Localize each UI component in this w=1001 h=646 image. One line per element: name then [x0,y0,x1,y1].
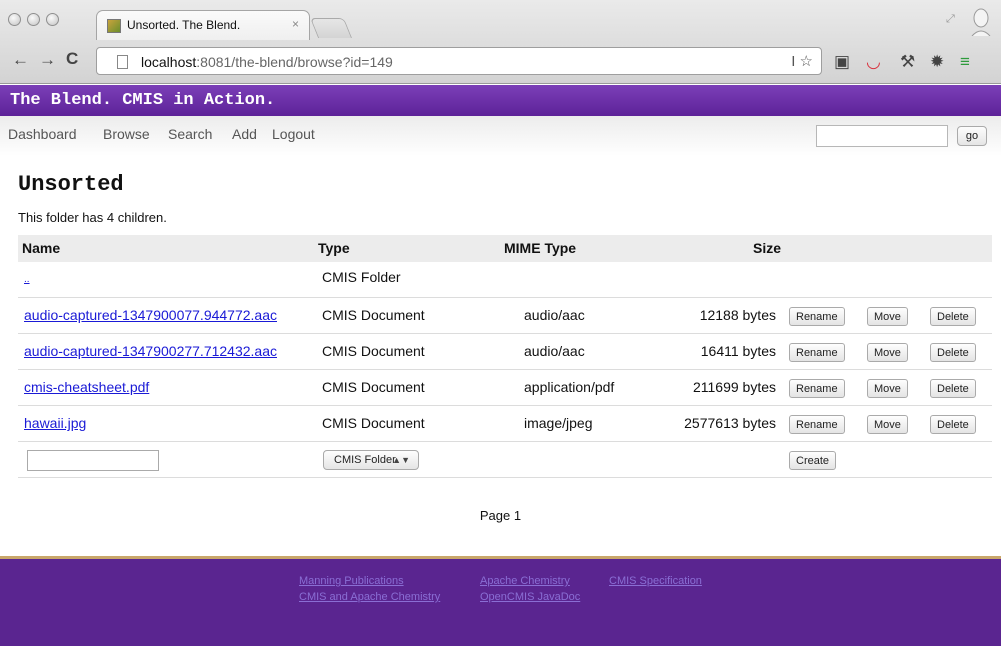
new-tab-button[interactable] [309,18,353,38]
row-mime-type: audio/aac [524,307,585,323]
delete-button[interactable]: Delete [930,379,976,398]
row-size: 12188 bytes [699,307,776,323]
browser-titlebar: Unsorted. The Blend. × ⤢ [0,0,1001,40]
bookmark-star-icon[interactable]: I ☆ [791,52,813,70]
row-mime-type: image/jpeg [524,415,593,431]
footer-link-apache-chemistry[interactable]: Apache Chemistry [480,575,570,587]
back-arrow-icon[interactable]: ← [12,50,29,70]
footer-link-cmis-and-apache-chemistry[interactable]: CMIS and Apache Chemistry [299,591,440,603]
folder-table: Name Type MIME Type Size .. CMIS Folder … [18,235,992,478]
tab-title: Unsorted. The Blend. [127,18,241,32]
search-input[interactable] [816,125,948,147]
row-type: CMIS Document [322,343,425,359]
file-link[interactable]: audio-captured-1347900077.944772.aac [24,307,277,323]
fullscreen-icon[interactable]: ⤢ [946,13,955,26]
children-count: This folder has 4 children. [18,210,167,225]
wrench-icon[interactable]: ⚒ [900,52,915,72]
magnet-extension-icon[interactable]: ◡ [866,52,881,72]
footer-link-cmis-spec[interactable]: CMIS Specification [609,575,702,587]
rename-button[interactable]: Rename [789,343,845,362]
rename-button[interactable]: Rename [789,379,845,398]
nav-search[interactable]: Search [168,126,212,142]
site-header: The Blend. CMIS in Action. [0,85,1001,116]
table-row-parent: .. CMIS Folder [18,262,992,298]
file-link[interactable]: hawaii.jpg [24,415,86,431]
column-size: Size [753,240,782,256]
rename-button[interactable]: Rename [789,415,845,434]
url-text[interactable]: localhost:8081/the-blend/browse?id=149 [141,54,393,70]
table-row: cmis-cheatsheet.pdf CMIS Document applic… [18,370,992,406]
column-type: Type [318,240,350,256]
delete-button[interactable]: Delete [930,343,976,362]
page-title: Unsorted [18,172,124,197]
minimize-window-button[interactable] [27,13,40,26]
row-mime-type: audio/aac [524,343,585,359]
parent-folder-link[interactable]: .. [24,274,30,285]
extension-icon[interactable]: ▣ [834,52,850,72]
row-type: CMIS Document [322,415,425,431]
nav-add[interactable]: Add [232,126,257,142]
column-name: Name [22,240,61,256]
pager: Page 1 [479,508,522,523]
select-arrows-icon: ▲▼ [392,455,410,465]
create-button[interactable]: Create [789,451,837,470]
delete-button[interactable]: Delete [930,307,976,326]
address-bar[interactable]: localhost:8081/the-blend/browse?id=149 I… [96,47,822,75]
extension-green-icon[interactable]: ≡ [960,52,970,72]
row-size: 2577613 bytes [684,415,776,431]
row-size: 16411 bytes [700,343,776,359]
close-window-button[interactable] [8,13,21,26]
reload-icon[interactable]: C [66,49,78,69]
move-button[interactable]: Move [867,379,908,398]
table-header: Name Type MIME Type Size [18,235,992,262]
delete-button[interactable]: Delete [930,415,976,434]
footer-link-manning[interactable]: Manning Publications [299,575,404,587]
row-type: CMIS Folder [322,269,401,285]
footer-link-opencmis-javadoc[interactable]: OpenCMIS JavaDoc [480,591,580,603]
rename-button[interactable]: Rename [789,307,845,326]
row-size: 211699 bytes [692,379,776,395]
file-link[interactable]: cmis-cheatsheet.pdf [24,379,149,395]
type-select-value: CMIS Folder [334,454,396,466]
create-row: CMIS Folder ▲▼ Create [18,442,992,478]
row-mime-type: application/pdf [524,379,615,395]
move-button[interactable]: Move [867,307,908,326]
profile-icon[interactable] [970,6,992,36]
table-row: hawaii.jpg CMIS Document image/jpeg 2577… [18,406,992,442]
zoom-window-button[interactable] [46,13,59,26]
new-item-name-input[interactable] [27,450,159,471]
gear-icon[interactable]: ✹ [930,52,944,72]
nav-logout[interactable]: Logout [272,126,315,142]
forward-arrow-icon[interactable]: → [39,50,56,70]
row-type: CMIS Document [322,379,425,395]
row-type: CMIS Document [322,307,425,323]
go-button[interactable]: go [957,126,987,146]
file-link[interactable]: audio-captured-1347900277.712432.aac [24,343,277,359]
nav-browse[interactable]: Browse [103,126,150,142]
nav-dashboard[interactable]: Dashboard [8,126,77,142]
table-row: audio-captured-1347900077.944772.aac CMI… [18,298,992,334]
type-select[interactable]: CMIS Folder ▲▼ [323,450,419,470]
browser-chrome: Unsorted. The Blend. × ⤢ ← → C localhost… [0,0,1001,84]
tab-close-icon[interactable]: × [292,17,299,31]
browser-tab[interactable]: Unsorted. The Blend. × [96,10,310,40]
site-title: The Blend. CMIS in Action. [10,91,276,110]
table-row: audio-captured-1347900277.712432.aac CMI… [18,334,992,370]
site-nav: Dashboard Browse Search Add Logout go [0,116,1001,156]
favicon-icon [107,19,121,33]
move-button[interactable]: Move [867,343,908,362]
move-button[interactable]: Move [867,415,908,434]
browser-toolbar: ← → C localhost:8081/the-blend/browse?id… [0,40,1001,84]
column-mime-type: MIME Type [504,240,577,256]
page-icon [117,55,128,69]
footer: Manning Publications Apache Chemistry CM… [0,556,1001,646]
